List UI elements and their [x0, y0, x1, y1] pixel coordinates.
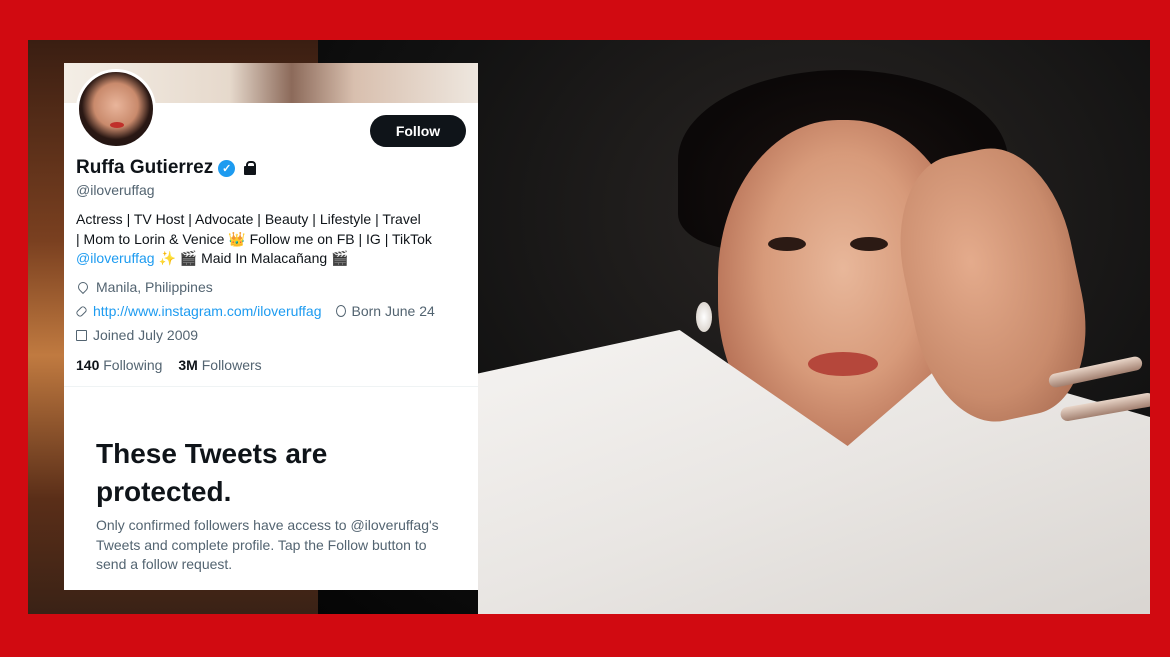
portrait-eye-left [768, 237, 806, 251]
following-link[interactable]: 140 Following [76, 357, 162, 373]
location-text: Manila, Philippines [96, 279, 213, 295]
calendar-icon [76, 329, 87, 341]
protected-title: These Tweets are protected. [96, 438, 328, 507]
profile-handle: @iloveruffag [76, 182, 155, 198]
profile-name-row: Ruffa Gutierrez ✓ [76, 157, 257, 179]
balloon-icon [335, 305, 346, 317]
birthday-text: Born June 24 [351, 303, 435, 319]
joined-text: Joined July 2009 [93, 327, 199, 343]
twitter-profile-card: Follow Ruffa Gutierrez ✓ @iloveruffag Ac… [64, 63, 478, 590]
divider [64, 386, 478, 387]
followers-count: 3M [178, 357, 198, 373]
bio-mention-link[interactable]: @iloveruffag [76, 250, 155, 266]
profile-name: Ruffa Gutierrez [76, 157, 214, 178]
following-count: 140 [76, 357, 100, 373]
followers-link[interactable]: 3M Followers [178, 357, 261, 373]
profile-bio: Actress | TV Host | Advocate | Beauty | … [76, 210, 471, 269]
link-icon [75, 304, 88, 318]
portrait-eye-right [850, 237, 888, 251]
verified-badge-icon: ✓ [218, 159, 236, 177]
bio-line: Actress | TV Host | Advocate | Beauty | … [76, 211, 421, 227]
followers-label: Followers [201, 357, 262, 373]
bio-line: | Mom to Lorin & Venice 👑 Follow me on F… [76, 230, 432, 247]
protected-message: Only confirmed followers have access to … [96, 517, 439, 572]
profile-location: Manila, Philippines [75, 279, 213, 295]
lock-icon [243, 161, 257, 175]
bio-line-text: ✨ 🎬 Maid In Malacañang 🎬 [154, 250, 349, 266]
profile-links-row: http://www.instagram.com/iloveruffag Bor… [75, 303, 435, 319]
avatar[interactable] [76, 69, 156, 149]
follow-button[interactable]: Follow [370, 115, 466, 147]
profile-url-link[interactable]: http://www.instagram.com/iloveruffag [93, 303, 322, 319]
profile-joined: Joined July 2009 [76, 327, 198, 343]
location-icon [75, 279, 91, 295]
bio-line: @iloveruffag ✨ 🎬 Maid In Malacañang 🎬 [76, 249, 471, 269]
portrait-lips [808, 352, 878, 376]
portrait-earring [696, 302, 712, 332]
following-label: Following [103, 357, 163, 373]
follow-counts: 140 Following 3M Followers [76, 357, 262, 373]
